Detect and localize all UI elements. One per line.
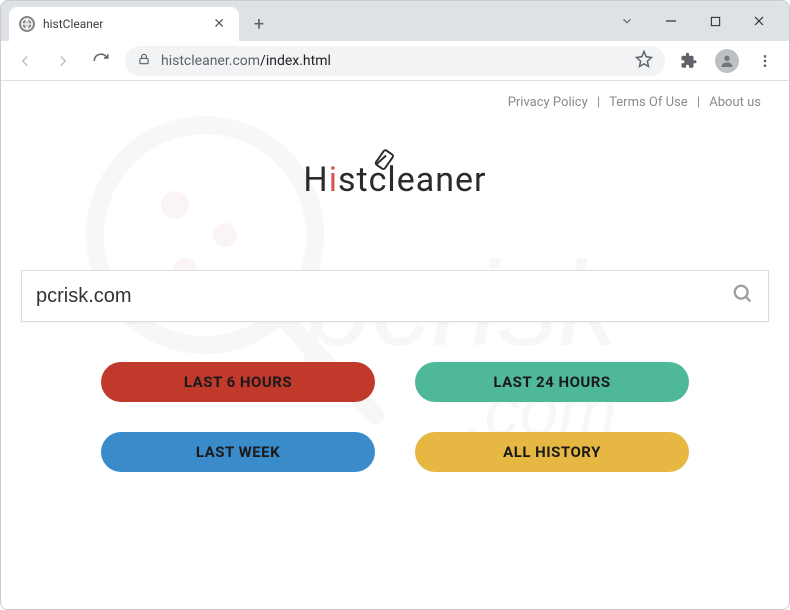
- search-input[interactable]: [36, 285, 732, 308]
- star-icon[interactable]: [635, 50, 653, 72]
- search-container: [21, 270, 769, 322]
- logo-text-h: H: [303, 160, 328, 200]
- url-text: histcleaner.com/index.html: [161, 53, 625, 69]
- minimize-button[interactable]: [649, 6, 693, 36]
- logo-text-rest: stcleaner: [338, 160, 487, 200]
- profile-avatar[interactable]: [713, 47, 741, 75]
- terms-link[interactable]: Terms Of Use: [609, 95, 687, 110]
- back-button[interactable]: [11, 47, 39, 75]
- last-week-button[interactable]: LAST WEEK: [101, 432, 375, 472]
- globe-icon: [19, 16, 35, 32]
- separator: |: [697, 95, 700, 110]
- close-window-button[interactable]: [737, 6, 781, 36]
- maximize-button[interactable]: [693, 6, 737, 36]
- address-bar[interactable]: histcleaner.com/index.html: [125, 46, 665, 76]
- url-path: /index.html: [260, 53, 331, 69]
- last-24-hours-button[interactable]: LAST 24 HOURS: [415, 362, 689, 402]
- avatar-icon: [715, 49, 739, 73]
- titlebar: histCleaner ✕ +: [1, 1, 789, 41]
- new-tab-button[interactable]: +: [245, 10, 273, 38]
- clean-buttons: LAST 6 HOURS LAST 24 HOURS LAST WEEK ALL…: [1, 362, 789, 472]
- tab-title: histCleaner: [43, 17, 201, 31]
- logo: Histcleaner: [1, 160, 789, 200]
- window-controls: [605, 1, 789, 41]
- search-box[interactable]: [21, 270, 769, 322]
- browser-toolbar: histcleaner.com/index.html: [1, 41, 789, 81]
- reload-button[interactable]: [87, 47, 115, 75]
- lock-icon: [137, 52, 151, 70]
- eraser-icon: [371, 144, 397, 184]
- top-links: Privacy Policy | Terms Of Use | About us: [1, 81, 789, 110]
- separator: |: [597, 95, 600, 110]
- url-host: histcleaner.com: [161, 53, 260, 69]
- extensions-icon[interactable]: [675, 47, 703, 75]
- menu-icon[interactable]: [751, 47, 779, 75]
- last-6-hours-button[interactable]: LAST 6 HOURS: [101, 362, 375, 402]
- page-content: pcrisk .com Privacy Policy | Terms Of Us…: [1, 81, 789, 609]
- about-link[interactable]: About us: [709, 95, 761, 110]
- close-tab-icon[interactable]: ✕: [209, 16, 229, 32]
- forward-button[interactable]: [49, 47, 77, 75]
- logo-dot: i: [329, 160, 338, 200]
- privacy-link[interactable]: Privacy Policy: [508, 95, 588, 110]
- search-icon[interactable]: [732, 283, 754, 309]
- chevron-down-icon[interactable]: [605, 6, 649, 36]
- all-history-button[interactable]: ALL HISTORY: [415, 432, 689, 472]
- browser-tab[interactable]: histCleaner ✕: [9, 7, 239, 41]
- browser-window: histCleaner ✕ +: [0, 0, 790, 610]
